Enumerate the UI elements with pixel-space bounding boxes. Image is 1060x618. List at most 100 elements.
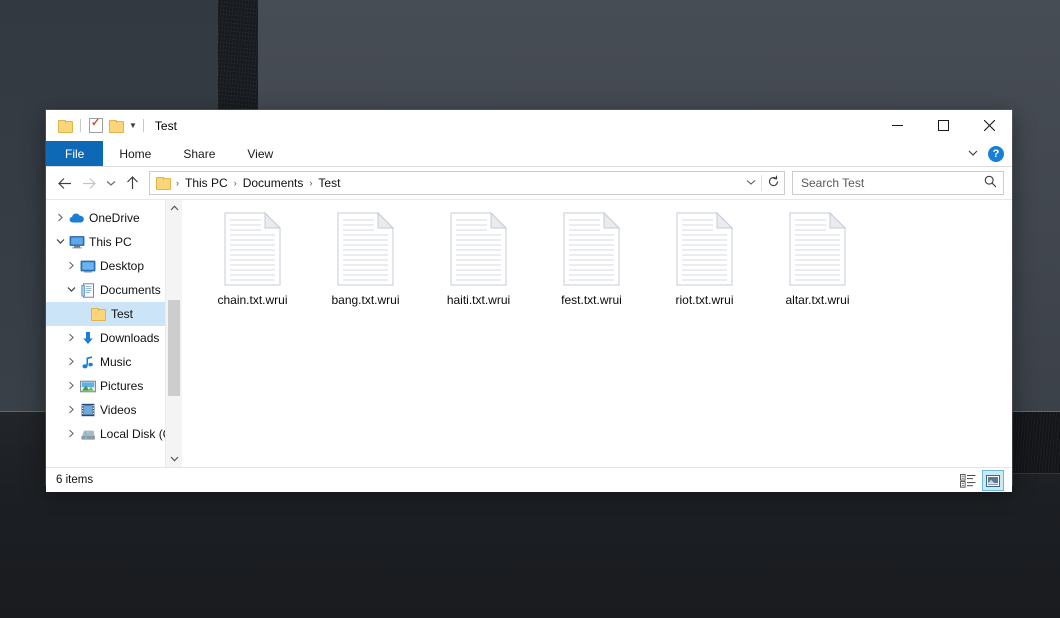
address-bar[interactable]: › This PC › Documents › Test [149, 171, 785, 195]
text-document-icon [675, 211, 735, 286]
explorer-body: OneDrive This PC Desktop Documents Test … [46, 200, 1012, 467]
ribbon-expand-chevron-down-icon[interactable] [965, 146, 981, 162]
address-dropdown-chevron-down-icon[interactable] [741, 178, 761, 188]
tab-home[interactable]: Home [103, 141, 167, 166]
file-item[interactable]: chain.txt.wrui [196, 211, 309, 307]
qat-folder-icon[interactable] [55, 116, 75, 136]
chevron-right-icon[interactable] [63, 405, 79, 416]
sidebar-item-desktop[interactable]: Desktop [46, 254, 182, 278]
file-explorer-window: ▼ Test File Home Share View ? [46, 110, 1012, 492]
recent-locations-button[interactable] [102, 171, 120, 195]
chevron-right-icon[interactable] [63, 357, 79, 368]
music-icon [79, 354, 96, 370]
qat-customize-chevron-down-icon[interactable]: ▼ [129, 121, 137, 130]
maximize-icon [937, 120, 949, 131]
file-item[interactable]: fest.txt.wrui [535, 211, 648, 307]
chevron-right-icon[interactable] [63, 381, 79, 392]
help-icon[interactable]: ? [988, 145, 1004, 162]
sidebar-item-label: Test [111, 307, 134, 321]
search-icon[interactable] [984, 175, 997, 191]
window-title: Test [154, 118, 177, 133]
pictures-icon [79, 378, 96, 394]
scroll-down-button[interactable] [166, 451, 182, 467]
sidebar-item-label: Documents [100, 283, 161, 297]
file-list-view[interactable]: chain.txt.wrui bang.txt.wrui haiti.txt.w… [182, 200, 1012, 467]
large-icons-view-icon [986, 474, 1000, 487]
search-box[interactable] [792, 171, 1004, 195]
breadcrumb-item-documents[interactable]: Documents [240, 176, 307, 190]
sidebar-item-downloads[interactable]: Downloads [46, 326, 182, 350]
navigation-pane: OneDrive This PC Desktop Documents Test … [46, 200, 182, 467]
chevron-right-icon[interactable] [52, 213, 68, 224]
sidebar-item-test[interactable]: Test [46, 302, 182, 326]
sidebar-item-this-pc[interactable]: This PC [46, 230, 182, 254]
text-document-icon [336, 211, 396, 286]
breadcrumb-separator-2: › [309, 178, 313, 188]
chevron-down-icon[interactable] [52, 237, 68, 247]
breadcrumb-item-this-pc[interactable]: This PC [182, 176, 231, 190]
chevron-right-icon[interactable] [63, 333, 79, 344]
scroll-up-button[interactable] [166, 200, 182, 216]
back-button[interactable] [52, 171, 77, 195]
tab-share[interactable]: Share [167, 141, 231, 166]
text-document-icon [562, 211, 622, 286]
search-input[interactable] [799, 175, 984, 191]
qat-separator-2 [142, 119, 144, 132]
sidebar-item-music[interactable]: Music [46, 350, 182, 374]
sidebar-item-label: This PC [89, 235, 132, 249]
sidebar-item-label: Videos [100, 403, 137, 417]
text-document-icon [223, 211, 283, 286]
quick-access-toolbar: ▼ Test [46, 116, 177, 136]
sidebar-item-documents[interactable]: Documents [46, 278, 182, 302]
large-icons-view-button[interactable] [982, 470, 1004, 491]
qat-new-folder-icon[interactable] [106, 116, 126, 136]
qat-separator-1 [80, 119, 81, 132]
navigation-pane-scrollbar[interactable] [165, 200, 182, 467]
minimize-button[interactable] [874, 110, 920, 141]
details-view-button[interactable] [958, 471, 978, 490]
sidebar-item-videos[interactable]: Videos [46, 398, 182, 422]
sidebar-item-local-disk-c[interactable]: Local Disk (C:) [46, 422, 182, 446]
chevron-down-icon [106, 180, 116, 186]
details-view-icon [960, 473, 976, 488]
breadcrumb-item-test[interactable]: Test [315, 176, 343, 190]
up-button[interactable] [120, 171, 145, 195]
file-name-label: bang.txt.wrui [331, 293, 400, 307]
sidebar-item-label: Music [100, 355, 132, 369]
up-arrow-icon [127, 176, 138, 189]
maximize-button[interactable] [920, 110, 966, 141]
breadcrumb-separator-0: › [176, 178, 179, 188]
item-count-label: 6 items [56, 474, 94, 486]
tab-file[interactable]: File [46, 141, 104, 166]
folder-icon [90, 306, 107, 322]
file-item[interactable]: altar.txt.wrui [761, 211, 874, 307]
forward-button[interactable] [77, 171, 102, 195]
sidebar-item-label: Desktop [100, 259, 145, 273]
file-name-label: riot.txt.wrui [675, 293, 734, 307]
tab-view[interactable]: View [231, 141, 289, 166]
sidebar-item-onedrive[interactable]: OneDrive [46, 206, 182, 230]
file-name-label: chain.txt.wrui [217, 293, 288, 307]
file-item[interactable]: haiti.txt.wrui [422, 211, 535, 307]
ribbon-right-controls: ? [965, 141, 1008, 166]
qat-properties-icon[interactable] [86, 116, 106, 136]
title-bar[interactable]: ▼ Test [46, 110, 1012, 141]
file-name-label: altar.txt.wrui [785, 293, 850, 307]
file-item[interactable]: bang.txt.wrui [309, 211, 422, 307]
close-icon [983, 120, 995, 131]
videos-icon [79, 402, 96, 418]
refresh-button[interactable] [761, 175, 784, 191]
file-grid: chain.txt.wrui bang.txt.wrui haiti.txt.w… [196, 211, 1012, 307]
forward-arrow-icon [83, 177, 96, 189]
close-button[interactable] [966, 110, 1012, 141]
chevron-down-icon[interactable] [63, 285, 79, 295]
sidebar-item-label: Pictures [100, 379, 144, 393]
sidebar-item-pictures[interactable]: Pictures [46, 374, 182, 398]
disk-icon [79, 426, 96, 442]
chevron-right-icon[interactable] [63, 429, 79, 440]
file-name-label: haiti.txt.wrui [446, 293, 511, 307]
chevron-right-icon[interactable] [63, 261, 79, 272]
navigation-toolbar: › This PC › Documents › Test [46, 167, 1012, 200]
file-item[interactable]: riot.txt.wrui [648, 211, 761, 307]
scrollbar-thumb[interactable] [168, 300, 180, 396]
